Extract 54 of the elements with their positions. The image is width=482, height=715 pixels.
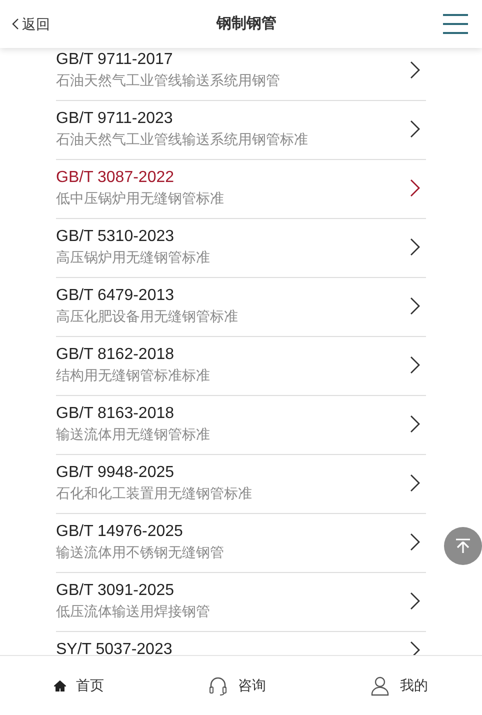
tab-button[interactable]: 我的 <box>370 675 428 696</box>
chevron-icon <box>410 178 420 196</box>
chevron-icon <box>410 592 420 610</box>
standard-item[interactable]: GB/T 14976-2025 输送流体用不锈钢无缝钢管 <box>56 514 426 573</box>
chevron-icon <box>410 641 420 655</box>
standard-description: 石油天然气工业管线输送系统用钢管 <box>56 71 281 89</box>
page-title: 钢制钢管 <box>215 14 278 34</box>
standard-item[interactable]: GB/T 5310-2023 高压锅炉用无缝钢管标准 <box>56 219 426 278</box>
standard-item[interactable]: GB/T 9711-2023 石油天然气工业管线输送系统用钢管标准 <box>56 101 426 160</box>
back-chevron-icon <box>12 18 20 30</box>
back-button[interactable]: 返回 <box>12 14 50 34</box>
standard-item[interactable]: GB/T 3087-2022 低中压锅炉用无缝钢管标准 <box>56 160 426 219</box>
menu-icon[interactable] <box>443 14 468 34</box>
standard-code: SY/T 5037-2023 <box>56 640 174 655</box>
standard-code: GB/T 9711-2023 <box>56 109 174 129</box>
standard-item[interactable]: GB/T 6479-2013 高压化肥设备用无缝钢管标准 <box>56 278 426 337</box>
standard-code: GB/T 8163-2018 <box>56 404 176 424</box>
standard-description: 输送流体用无缝钢管标准 <box>56 425 211 443</box>
standard-code: GB/T 5310-2023 <box>56 227 176 247</box>
standard-code: GB/T 3091-2025 <box>56 581 176 601</box>
chevron-icon <box>410 120 420 138</box>
chevron-icon <box>410 60 420 78</box>
standard-code: GB/T 9711-2017 <box>56 50 174 70</box>
standard-item[interactable]: GB/T 9711-2017 石油天然气工业管线输送系统用钢管 <box>56 48 426 101</box>
standard-code: GB/T 8162-2018 <box>56 345 176 365</box>
standard-description: 结构用无缝钢管标准标准 <box>56 366 211 384</box>
chevron-icon <box>410 296 420 314</box>
standard-description: 高压化肥设备用无缝钢管标准 <box>56 307 239 325</box>
standard-item[interactable]: GB/T 3091-2025 低压流体输送用焊接钢管 <box>56 573 426 632</box>
standard-description: 石化和化工装置用无缝钢管标准 <box>56 484 253 502</box>
chevron-icon <box>410 414 420 432</box>
user-icon <box>370 676 390 696</box>
standard-item[interactable]: GB/T 8163-2018 输送流体用无缝钢管标准 <box>56 396 426 455</box>
chevron-icon <box>410 474 420 492</box>
chevron-icon <box>410 356 420 374</box>
tab-button[interactable]: 首页 <box>54 675 104 696</box>
standard-item[interactable]: GB/T 9948-2025 石化和化工装置用无缝钢管标准 <box>56 455 426 514</box>
arrow-up-icon <box>455 538 471 554</box>
tab-button[interactable]: 咨询 <box>208 675 266 696</box>
standard-item[interactable]: GB/T 8162-2018 结构用无缝钢管标准标准 <box>56 337 426 396</box>
standard-description: 低中压锅炉用无缝钢管标准 <box>56 189 225 207</box>
headset-icon <box>208 676 228 696</box>
standard-code: GB/T 14976-2025 <box>56 522 184 542</box>
standard-description: 低压流体输送用焊接钢管 <box>56 602 211 620</box>
standard-description: 高压锅炉用无缝钢管标准 <box>56 248 211 266</box>
chevron-icon <box>410 532 420 550</box>
standard-description: 输送流体用不锈钢无缝钢管 <box>56 543 225 561</box>
home-icon <box>54 680 66 692</box>
chevron-icon <box>410 238 420 256</box>
standard-code: GB/T 9948-2025 <box>56 463 176 483</box>
standard-code: GB/T 3087-2022 <box>56 168 176 188</box>
standard-description: 石油天然气工业管线输送系统用钢管标准 <box>56 130 309 148</box>
standard-code: GB/T 6479-2013 <box>56 286 176 306</box>
back-to-top-button[interactable] <box>444 527 482 565</box>
